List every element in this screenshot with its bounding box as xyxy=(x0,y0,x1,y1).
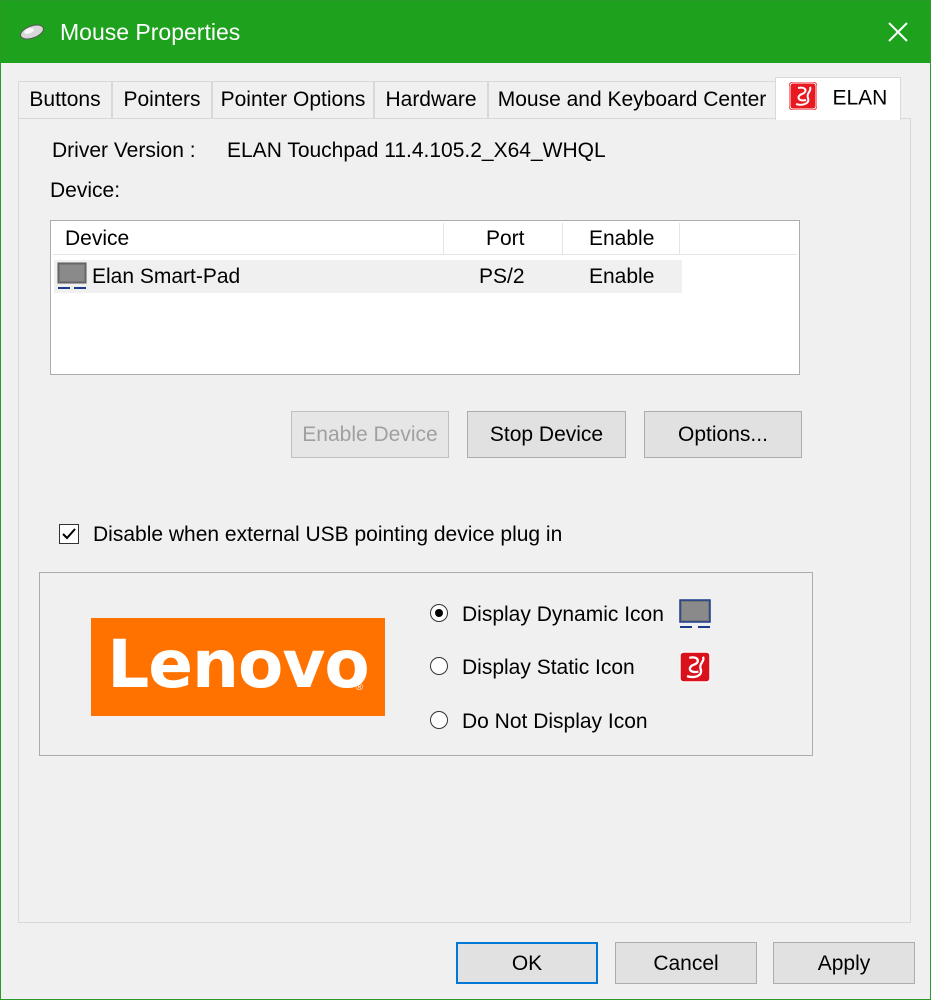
radio-do-not-display-icon[interactable] xyxy=(430,711,448,729)
enable-cell: Enable xyxy=(589,265,655,288)
column-header-device[interactable]: Device xyxy=(53,223,444,254)
column-header-label: Device xyxy=(65,227,130,250)
tab-pointers[interactable]: Pointers xyxy=(112,81,212,118)
device-label: Device: xyxy=(50,179,121,202)
touchpad-icon xyxy=(679,599,711,628)
lenovo-logo-text: Lenovo xyxy=(107,626,370,703)
mouse-icon xyxy=(20,24,44,40)
lenovo-logo: Lenovo ® xyxy=(91,618,385,716)
column-header-label: Enable xyxy=(589,227,655,250)
elan-icon xyxy=(679,651,711,683)
tab-label: Pointer Options xyxy=(220,88,366,111)
tab-hardware[interactable]: Hardware xyxy=(374,81,488,118)
display-dynamic-icon-label[interactable]: Display Dynamic Icon xyxy=(462,602,664,628)
column-header-port[interactable]: Port xyxy=(444,223,563,254)
disable-usb-label[interactable]: Disable when external USB pointing devic… xyxy=(93,522,562,548)
tab-mouse-keyboard-center[interactable]: Mouse and Keyboard Center xyxy=(488,81,776,118)
display-static-icon-label[interactable]: Display Static Icon xyxy=(462,655,635,681)
tab-pointer-options[interactable]: Pointer Options xyxy=(212,81,374,118)
checkmark-icon xyxy=(62,528,76,540)
tab-buttons[interactable]: Buttons xyxy=(18,81,112,118)
ok-button[interactable]: OK xyxy=(456,942,598,984)
elan-icon xyxy=(788,82,817,111)
radio-display-static-icon[interactable] xyxy=(430,657,448,675)
tab-label: Buttons xyxy=(29,88,101,111)
enable-device-button[interactable]: Enable Device xyxy=(291,411,449,458)
title-bar: Mouse Properties xyxy=(1,1,930,63)
do-not-display-icon-label[interactable]: Do Not Display Icon xyxy=(462,709,648,735)
mouse-properties-window: Mouse Properties Buttons Pointers Pointe… xyxy=(0,0,931,1000)
tab-label: ELAN xyxy=(832,86,888,110)
touchpad-icon xyxy=(57,262,87,289)
options-button[interactable]: Options... xyxy=(644,411,802,458)
disable-usb-checkbox[interactable] xyxy=(59,524,79,544)
close-icon xyxy=(888,22,908,42)
tab-label: Pointers xyxy=(123,88,201,111)
window-title: Mouse Properties xyxy=(60,19,241,45)
table-row[interactable]: Elan Smart-Pad PS/2 Enable xyxy=(54,260,682,293)
apply-button[interactable]: Apply xyxy=(773,942,915,984)
tab-elan[interactable]: ELAN xyxy=(775,77,901,120)
stop-device-button[interactable]: Stop Device xyxy=(467,411,626,458)
tab-label: Mouse and Keyboard Center xyxy=(497,88,767,111)
column-header-enable[interactable]: Enable xyxy=(563,223,680,254)
driver-version-value: ELAN Touchpad 11.4.105.2_X64_WHQL xyxy=(227,139,606,162)
device-name-cell: Elan Smart-Pad xyxy=(92,265,241,288)
registered-mark: ® xyxy=(355,682,363,693)
close-button[interactable] xyxy=(866,1,930,63)
radio-display-dynamic-icon[interactable] xyxy=(430,604,448,622)
device-list[interactable]: Device Port Enable xyxy=(50,220,800,375)
tab-label: Hardware xyxy=(385,88,477,111)
device-list-header: Device Port Enable xyxy=(53,223,797,255)
cancel-button[interactable]: Cancel xyxy=(615,942,757,984)
radio-selected-dot xyxy=(435,609,443,617)
driver-version-label: Driver Version : xyxy=(52,139,196,162)
port-cell: PS/2 xyxy=(479,265,525,288)
column-header-label: Port xyxy=(486,227,525,250)
